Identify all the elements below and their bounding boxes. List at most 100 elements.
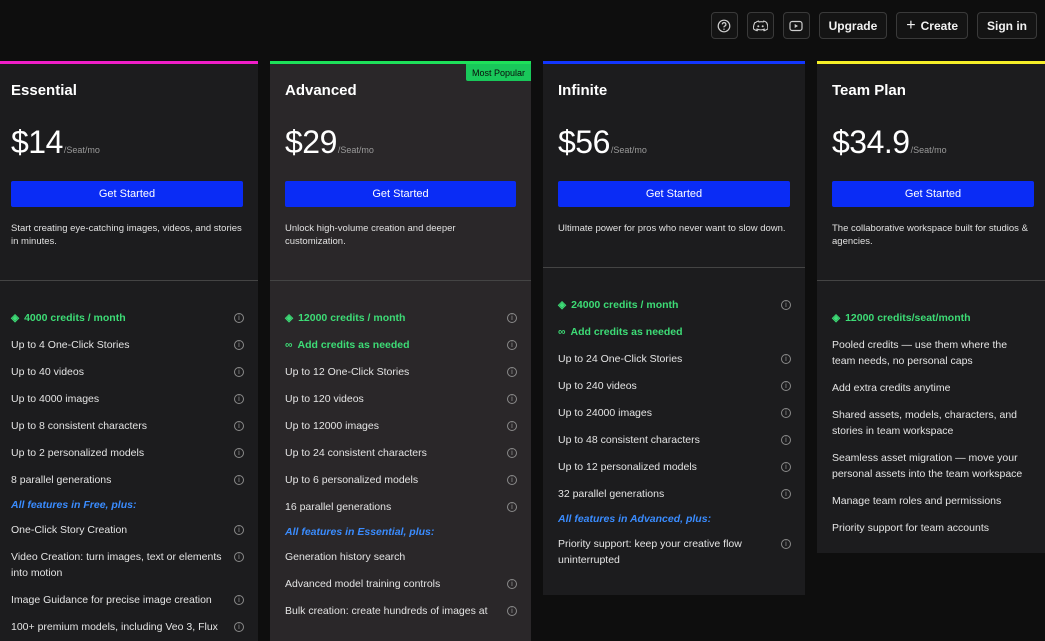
feature-item: Up to 6 personalized models i — [285, 472, 517, 488]
get-started-button[interactable]: Get Started — [285, 181, 516, 207]
get-started-button[interactable]: Get Started — [11, 181, 243, 207]
feature-item: 16 parallel generations i — [285, 499, 517, 515]
feature-text: Up to 8 consistent characters — [11, 418, 234, 434]
info-icon[interactable]: i — [234, 340, 244, 350]
feature-label: Shared assets, models, characters, and s… — [832, 409, 1018, 437]
feature-label: 12000 credits / month — [298, 312, 406, 324]
feature-label: Up to 2 personalized models — [11, 447, 145, 459]
price-period: /Seat/mo — [337, 145, 374, 155]
feature-item: Up to 8 consistent characters i — [11, 418, 244, 434]
card-divider — [270, 280, 531, 281]
youtube-button[interactable] — [782, 12, 810, 39]
info-icon[interactable]: i — [781, 408, 791, 418]
feature-item: Up to 12 One-Click Stories i — [285, 364, 517, 380]
feature-item: ◈ 4000 credits / month i — [11, 310, 244, 326]
feature-label: Priority support for team accounts — [832, 522, 989, 534]
feature-item: Pooled credits — use them where the team… — [832, 337, 1035, 369]
feature-item: 32 parallel generations i — [558, 486, 791, 502]
plan-name: Team Plan — [832, 82, 906, 99]
info-icon[interactable]: i — [781, 300, 791, 310]
feature-item: Up to 12000 images i — [285, 418, 517, 434]
get-started-button[interactable]: Get Started — [558, 181, 790, 207]
info-icon[interactable]: i — [507, 367, 517, 377]
info-icon[interactable]: i — [234, 394, 244, 404]
info-icon[interactable]: i — [234, 367, 244, 377]
feature-label: Up to 24 One-Click Stories — [558, 353, 683, 365]
feature-text: Image Guidance for precise image creatio… — [11, 592, 234, 608]
feature-item: Up to 2 personalized models i — [11, 445, 244, 461]
info-icon[interactable]: i — [507, 448, 517, 458]
plan-description: Start creating eye-catching images, vide… — [11, 223, 242, 247]
feature-text: ◈ 12000 credits / month — [285, 310, 507, 326]
info-icon[interactable]: i — [781, 381, 791, 391]
feature-item: Video Creation: turn images, text or ele… — [11, 549, 244, 581]
feature-item: Up to 120 videos i — [285, 391, 517, 407]
info-icon[interactable]: i — [507, 394, 517, 404]
info-icon[interactable]: i — [507, 475, 517, 485]
feature-label: Up to 48 consistent characters — [558, 434, 700, 446]
info-icon[interactable]: i — [507, 313, 517, 323]
info-icon[interactable]: i — [507, 579, 517, 589]
feature-item: 8 parallel generations i — [11, 472, 244, 488]
feature-text: ∞ Add credits as needed — [558, 324, 791, 340]
feature-text: Video Creation: turn images, text or ele… — [11, 549, 234, 581]
feature-text: Bulk creation: create hundreds of images… — [285, 603, 507, 619]
info-icon[interactable]: i — [781, 539, 791, 549]
feature-list: ◈ 24000 credits / month i ∞ Add credits as … — [558, 297, 791, 579]
info-icon[interactable]: i — [781, 489, 791, 499]
info-icon[interactable]: i — [234, 448, 244, 458]
info-icon[interactable]: i — [507, 421, 517, 431]
info-icon[interactable]: i — [781, 354, 791, 364]
info-icon[interactable]: i — [507, 340, 517, 350]
credit-gem-icon: ◈ — [558, 299, 567, 311]
question-circle-icon — [717, 19, 731, 32]
feature-text: Advanced model training controls — [285, 576, 507, 592]
feature-label: Pooled credits — use them where the team… — [832, 339, 1008, 367]
card-divider — [0, 280, 258, 281]
discord-button[interactable] — [746, 12, 774, 39]
feature-label: Up to 12 One-Click Stories — [285, 366, 410, 378]
feature-text: Up to 12 One-Click Stories — [285, 364, 507, 380]
feature-item: Priority support: keep your creative flo… — [558, 536, 791, 568]
feature-list: ◈ 4000 credits / month i Up to 4 One-Click… — [11, 310, 244, 641]
price-row: $14 /Seat/mo — [11, 124, 100, 161]
create-button[interactable]: + Create — [896, 12, 968, 39]
feature-item: Add extra credits anytime — [832, 380, 1035, 396]
plan-card-essential: Essential $14 /Seat/mo Get Started Start … — [0, 61, 258, 641]
feature-label: Up to 4 One-Click Stories — [11, 339, 130, 351]
feature-label: Up to 40 videos — [11, 366, 84, 378]
info-icon[interactable]: i — [234, 595, 244, 605]
feature-label: Up to 24000 images — [558, 407, 652, 419]
info-icon[interactable]: i — [781, 462, 791, 472]
plan-description: Unlock high-volume creation and deeper c… — [285, 223, 456, 247]
info-icon[interactable]: i — [234, 525, 244, 535]
sign-in-button[interactable]: Sign in — [977, 12, 1037, 39]
upgrade-button[interactable]: Upgrade — [818, 12, 888, 39]
feature-item: ∞ Add credits as needed — [558, 324, 791, 340]
credit-gem-icon: ◈ — [832, 312, 841, 324]
feature-label: One-Click Story Creation — [11, 524, 128, 536]
feature-text: Up to 2 personalized models — [11, 445, 234, 461]
feature-text: Up to 6 personalized models — [285, 472, 507, 488]
info-icon[interactable]: i — [507, 606, 517, 616]
get-started-button[interactable]: Get Started — [832, 181, 1034, 207]
plan-description: The collaborative workspace built for st… — [832, 223, 1028, 247]
feature-text: Up to 4 One-Click Stories — [11, 337, 234, 353]
most-popular-badge: Most Popular — [465, 64, 531, 81]
info-icon[interactable]: i — [234, 475, 244, 485]
plan-name: Advanced — [285, 82, 357, 99]
info-icon[interactable]: i — [234, 552, 244, 562]
plan-name: Essential — [11, 82, 77, 99]
feature-list: ◈ 12000 credits/seat/month Pooled credits… — [832, 310, 1035, 547]
feature-item: ◈ 24000 credits / month i — [558, 297, 791, 313]
help-button[interactable] — [710, 12, 738, 39]
info-icon[interactable]: i — [234, 421, 244, 431]
info-icon[interactable]: i — [234, 622, 244, 632]
feature-label: Add extra credits anytime — [832, 382, 951, 394]
info-icon[interactable]: i — [781, 435, 791, 445]
feature-label: Up to 120 videos — [285, 393, 364, 405]
info-icon[interactable]: i — [234, 313, 244, 323]
discord-icon — [752, 20, 768, 31]
infinity-icon: ∞ — [285, 339, 293, 351]
info-icon[interactable]: i — [507, 502, 517, 512]
